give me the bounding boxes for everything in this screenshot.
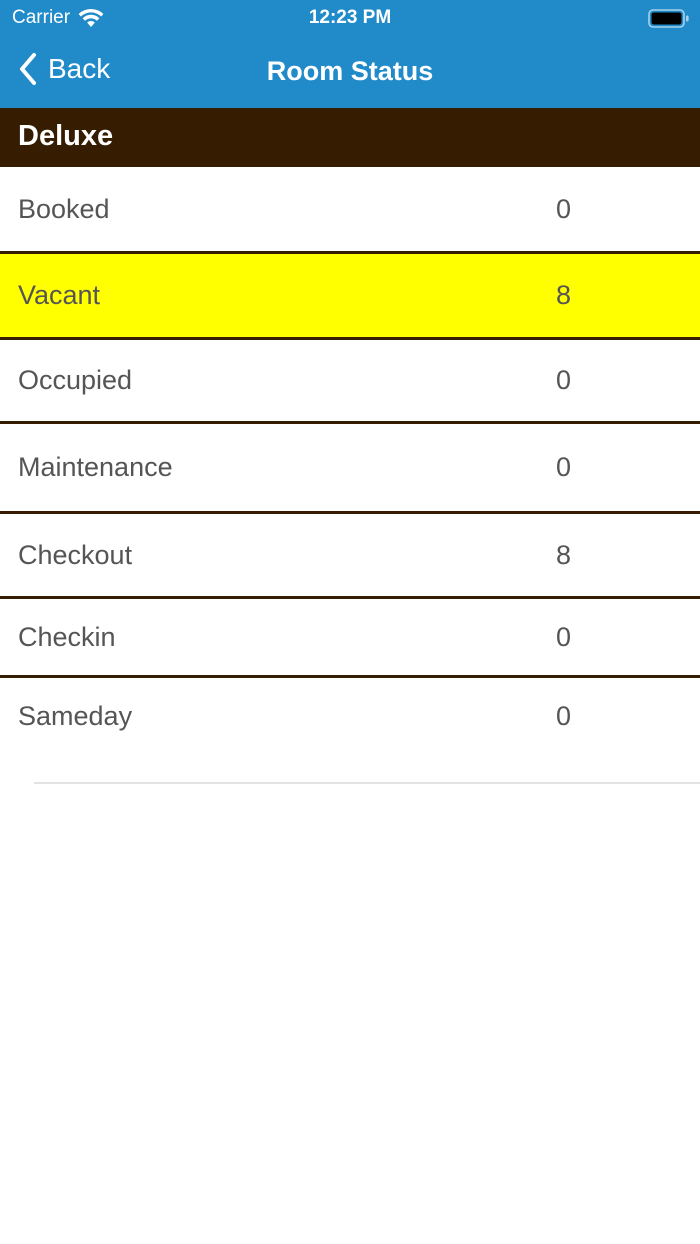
- row-value: 0: [556, 452, 572, 482]
- row-value: 0: [556, 621, 572, 652]
- screen: Carrier 12:23 PM Back Room Status Deluxe…: [0, 0, 700, 1244]
- row-booked[interactable]: Booked 0: [0, 167, 700, 254]
- status-time: 12:23 PM: [308, 7, 392, 28]
- row-label: Sameday: [18, 700, 133, 731]
- top-bar: Carrier 12:23 PM Back Room Status: [0, 0, 700, 108]
- row-label: Occupied: [18, 365, 133, 395]
- row-label: Vacant: [18, 280, 101, 310]
- row-maintenance[interactable]: Maintenance 0: [0, 424, 700, 514]
- row-value: 0: [556, 193, 572, 224]
- nav-bar: Back Room Status: [0, 36, 700, 108]
- row-checkin[interactable]: Checkin 0: [0, 599, 700, 678]
- row-checkout[interactable]: Checkout 8: [0, 514, 700, 599]
- row-value: 0: [556, 700, 572, 731]
- row-label: Booked: [18, 193, 110, 224]
- section-header-deluxe: Deluxe: [0, 108, 700, 167]
- row-label: Checkout: [18, 539, 133, 570]
- battery-icon: [648, 9, 690, 35]
- status-bar: Carrier 12:23 PM: [0, 0, 700, 36]
- row-value: 0: [556, 365, 572, 395]
- list-end-separator: [34, 782, 700, 784]
- row-value: 8: [556, 539, 572, 570]
- row-occupied[interactable]: Occupied 0: [0, 340, 700, 424]
- row-label: Maintenance: [18, 452, 173, 482]
- row-vacant[interactable]: Vacant 8: [0, 254, 700, 340]
- row-value: 8: [556, 280, 572, 310]
- row-sameday[interactable]: Sameday 0: [0, 678, 700, 754]
- row-label: Checkin: [18, 621, 116, 652]
- page-title: Room Status: [266, 56, 434, 86]
